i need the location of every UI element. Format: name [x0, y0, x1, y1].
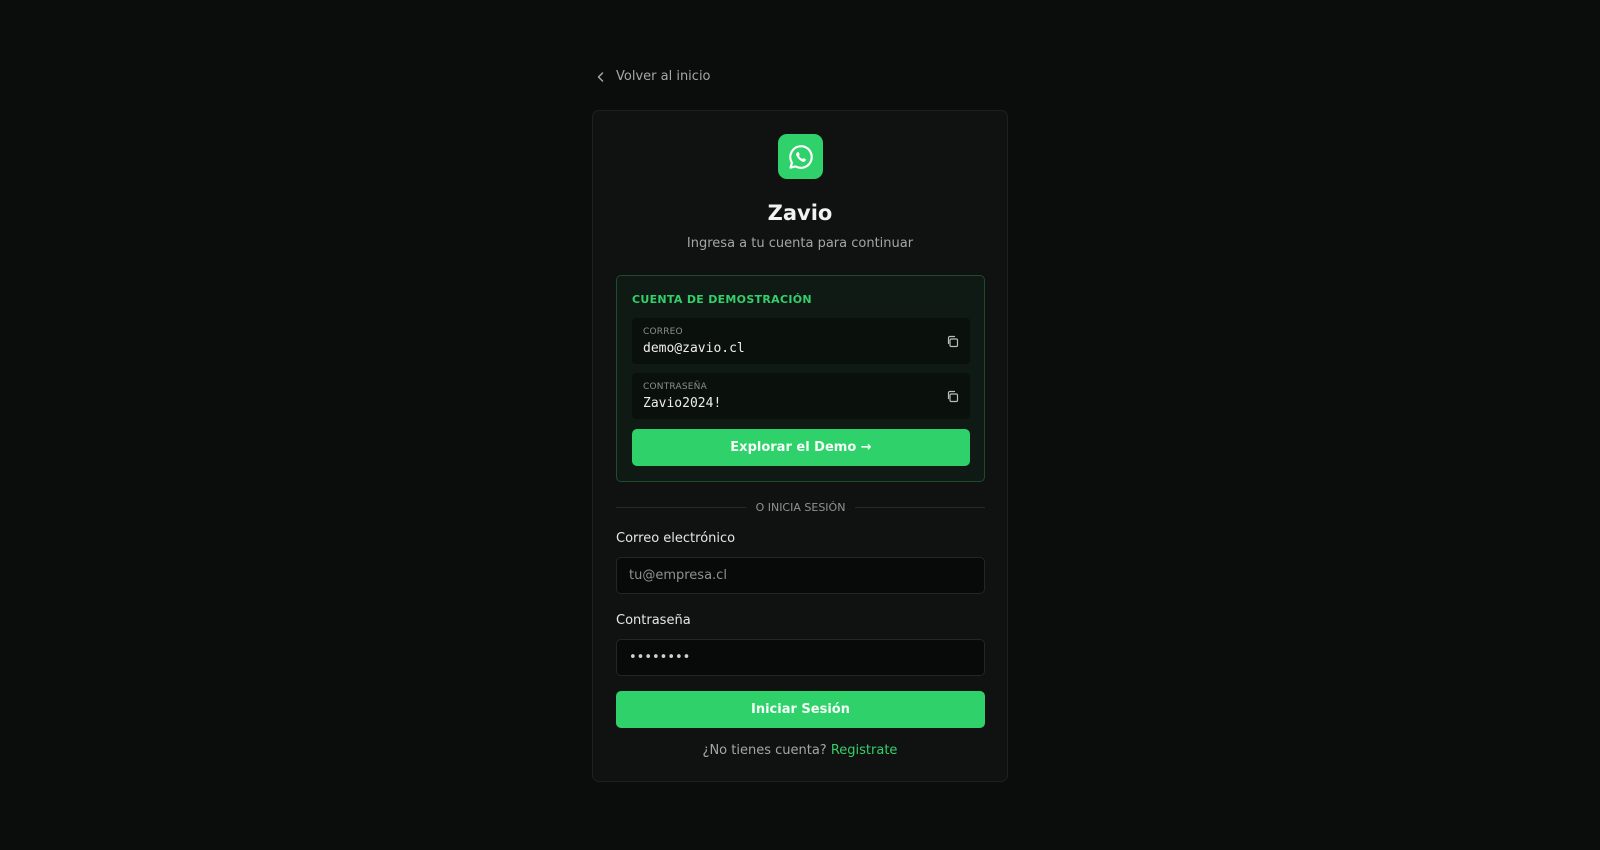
copy-email-button[interactable] [944, 333, 960, 349]
demo-account-box: CUENTA DE DEMOSTRACIÓN CORREO demo@zavio… [616, 275, 985, 482]
demo-email-label: CORREO [643, 327, 683, 337]
login-button[interactable]: Iniciar Sesión [616, 691, 985, 728]
divider-line-left [616, 506, 746, 508]
demo-email-row: CORREO demo@zavio.cl [632, 318, 970, 364]
signup-link[interactable]: Registrate [831, 743, 898, 758]
copy-password-button[interactable] [944, 388, 960, 404]
demo-password-row: CONTRASEÑA Zavio2024! [632, 373, 970, 419]
login-page: Volver al inicio Zavio Ingresa a tu cuen… [0, 0, 1600, 850]
app-title: Zavio [767, 201, 833, 225]
divider-text: O INICIA SESIÓN [755, 500, 846, 514]
whatsapp-chat-icon [788, 144, 813, 169]
demo-password-label: CONTRASEÑA [643, 382, 707, 392]
app-subtitle: Ingresa a tu cuenta para continuar [686, 236, 914, 251]
demo-heading: CUENTA DE DEMOSTRACIÓN [632, 293, 812, 306]
login-card: Zavio Ingresa a tu cuenta para continuar… [592, 110, 1008, 782]
password-field-label: Contraseña [616, 613, 691, 628]
app-logo [778, 134, 823, 179]
signup-prompt-line: ¿No tienes cuenta? Registrate [593, 743, 1007, 758]
demo-email-value: demo@zavio.cl [643, 341, 745, 356]
divider-line-right [855, 506, 985, 508]
explore-demo-button[interactable]: Explorar el Demo → [632, 429, 970, 466]
copy-icon [947, 390, 958, 402]
email-field[interactable] [616, 557, 985, 594]
or-divider: O INICIA SESIÓN [616, 500, 985, 514]
signup-prompt: ¿No tienes cuenta? [702, 743, 827, 758]
back-to-home-link[interactable]: Volver al inicio [595, 69, 711, 84]
demo-password-value: Zavio2024! [643, 396, 722, 411]
password-field[interactable] [616, 639, 985, 676]
email-field-label: Correo electrónico [616, 531, 736, 546]
copy-icon [947, 335, 958, 347]
chevron-left-icon [597, 71, 604, 82]
back-link-label: Volver al inicio [616, 69, 711, 84]
